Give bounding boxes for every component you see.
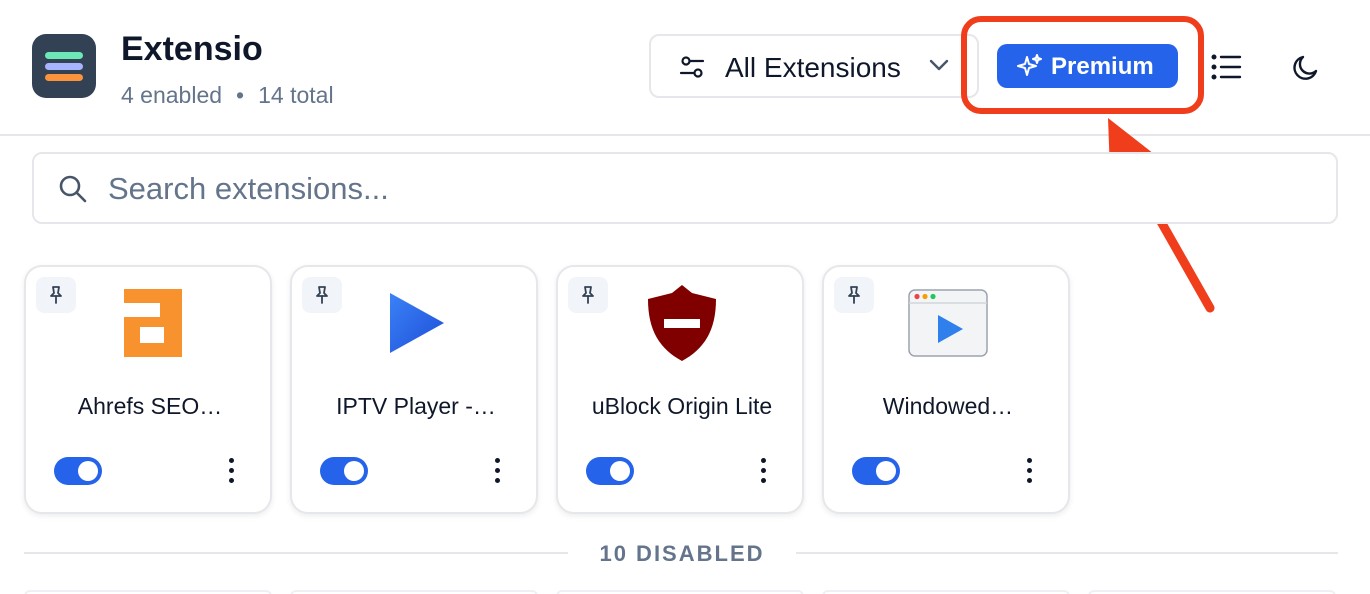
browser-window-play-icon	[908, 289, 988, 357]
total-count: 14 total	[258, 82, 334, 108]
shield-logo-icon	[648, 285, 716, 361]
chevron-down-icon	[929, 59, 949, 71]
disabled-section-label: 10 DISABLED	[599, 541, 765, 566]
extension-card[interactable]: Windowed…	[822, 265, 1070, 514]
app-logo	[32, 34, 96, 98]
pin-button[interactable]	[834, 277, 874, 313]
separator-dot: •	[236, 82, 245, 108]
enabled-count: 4 enabled	[121, 82, 223, 108]
extension-name: Windowed…	[882, 393, 1014, 419]
disabled-card-peek	[556, 590, 804, 594]
ahrefs-logo-icon	[124, 289, 182, 357]
extension-card[interactable]: Ahrefs SEO…	[24, 265, 272, 514]
pin-icon	[50, 286, 62, 304]
theme-toggle-button[interactable]	[1288, 50, 1324, 86]
disabled-card-peek	[1088, 590, 1336, 594]
filter-label: All Extensions	[725, 52, 901, 83]
extension-card[interactable]: uBlock Origin Lite	[556, 265, 804, 514]
filter-dropdown[interactable]: All Extensions	[649, 34, 979, 98]
divider-line-right	[796, 552, 1338, 554]
play-triangle-logo-icon	[390, 293, 444, 353]
enable-toggle[interactable]	[320, 457, 368, 485]
app-title: Extensio	[121, 30, 263, 68]
premium-highlight-box	[961, 16, 1204, 114]
disabled-card-peek	[822, 590, 1070, 594]
search-icon	[59, 175, 87, 203]
pin-icon	[848, 286, 860, 304]
extension-card[interactable]: IPTV Player -…	[290, 265, 538, 514]
disabled-card-peek	[290, 590, 538, 594]
enable-toggle[interactable]	[852, 457, 900, 485]
disabled-card-peek	[24, 590, 272, 594]
pin-icon	[316, 286, 328, 304]
enable-toggle[interactable]	[586, 457, 634, 485]
list-view-button[interactable]	[1206, 50, 1246, 84]
more-options-button[interactable]	[486, 456, 510, 486]
pin-button[interactable]	[568, 277, 608, 313]
extension-counts: 4 enabled • 14 total	[121, 82, 334, 109]
pin-button[interactable]	[302, 277, 342, 313]
more-options-button[interactable]	[1018, 456, 1042, 486]
divider-line-left	[24, 552, 568, 554]
extension-name: IPTV Player -…	[336, 393, 496, 419]
pin-button[interactable]	[36, 277, 76, 313]
list-icon	[1211, 54, 1242, 80]
enable-toggle[interactable]	[54, 457, 102, 485]
extension-name: uBlock Origin Lite	[591, 393, 773, 419]
search-placeholder: Search extensions...	[108, 171, 389, 206]
moon-icon	[1293, 55, 1318, 80]
more-options-button[interactable]	[220, 456, 244, 486]
more-options-button[interactable]	[752, 456, 776, 486]
pin-icon	[582, 286, 594, 304]
sliders-icon	[679, 56, 705, 78]
search-input[interactable]: Search extensions...	[32, 152, 1338, 224]
extension-name: Ahrefs SEO…	[77, 393, 223, 419]
